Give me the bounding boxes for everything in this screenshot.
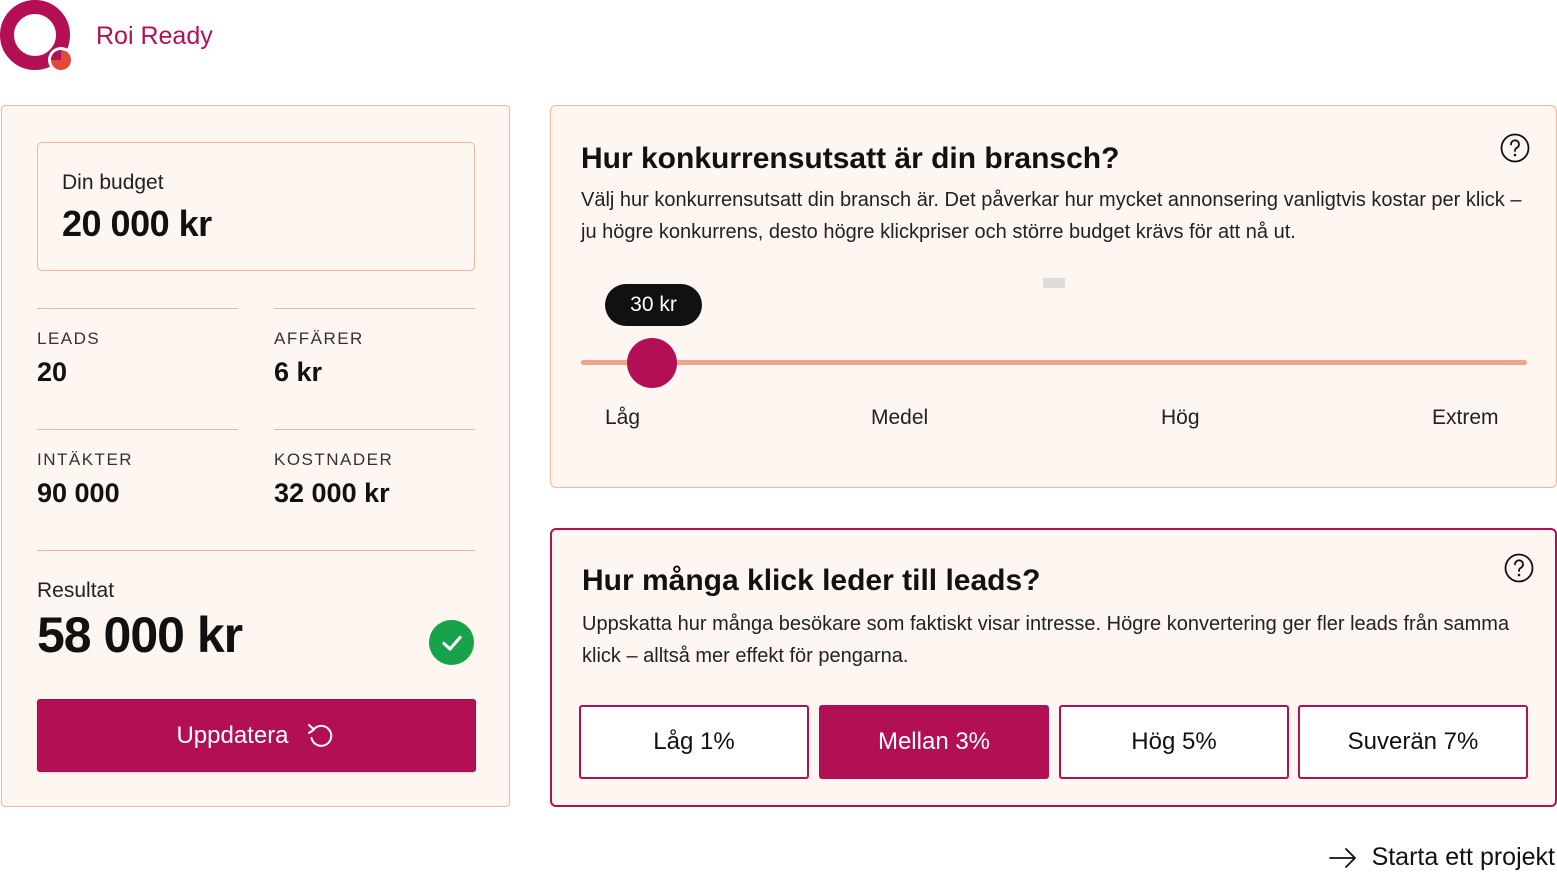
scale-label-medium: Medel [871,406,929,429]
slider-value-tooltip: 30 kr [605,284,702,326]
option-medium[interactable]: Mellan 3% [819,705,1049,779]
summary-panel: Din budget 20 000 kr LEADS 20 AFFÄRER 6 … [1,105,510,807]
update-button[interactable]: Uppdatera [37,699,476,772]
stat-leads: LEADS 20 [37,308,238,387]
start-project-link[interactable]: Starta ett projekt [1328,843,1555,872]
budget-value: 20 000 kr [62,203,212,244]
stat-label: INTÄKTER [37,450,134,469]
result-label: Resultat [37,579,115,602]
arrow-right-icon [1328,847,1356,868]
conversion-title: Hur många klick leder till leads? [582,564,1041,597]
conversion-card: Hur många klick leder till leads? Uppska… [550,528,1557,807]
stat-revenue: INTÄKTER 90 000 [37,429,238,508]
start-project-label: Starta ett projekt [1371,843,1555,871]
slider-handle[interactable] [626,338,677,388]
slider-midpoint-marker [1043,278,1065,288]
help-circle-icon[interactable] [1499,132,1531,164]
brand-name[interactable]: Roi Ready [96,22,213,51]
competition-slider[interactable] [581,338,1527,388]
stat-value: 90 000 [37,478,120,508]
stat-deals: AFFÄRER 6 kr [274,308,475,387]
scale-label-high: Hög [1161,406,1200,429]
option-high[interactable]: Hög 5% [1059,705,1289,779]
stat-costs: KOSTNADER 32 000 kr [274,429,475,508]
competition-description: Välj hur konkurrensutsatt din bransch är… [581,189,1522,243]
scale-label-extreme: Extrem [1432,406,1499,429]
stat-value: 32 000 kr [274,478,390,508]
help-circle-icon[interactable] [1503,552,1535,584]
stat-value: 6 kr [274,357,323,387]
competition-title: Hur konkurrensutsatt är din bransch? [581,142,1120,175]
budget-label: Din budget [62,171,164,194]
competition-card: Hur konkurrensutsatt är din bransch? Väl… [550,105,1557,488]
divider [37,550,475,551]
refresh-icon [307,723,332,747]
stat-label: KOSTNADER [274,450,394,469]
ring-logo-icon[interactable] [0,0,76,76]
stat-value: 20 [37,357,68,387]
scale-label-low: Låg [605,406,641,429]
budget-box: Din budget 20 000 kr [37,142,475,271]
stat-label: AFFÄRER [274,329,364,348]
option-low[interactable]: Låg 1% [579,705,809,779]
update-button-label: Uppdatera [176,721,289,749]
result-value: 58 000 kr [37,607,243,663]
stat-label: LEADS [37,329,101,348]
check-circle-icon [429,620,474,665]
conversion-description: Uppskatta hur många besökare som faktisk… [582,613,1510,667]
option-superb[interactable]: Suverän 7% [1298,705,1528,779]
